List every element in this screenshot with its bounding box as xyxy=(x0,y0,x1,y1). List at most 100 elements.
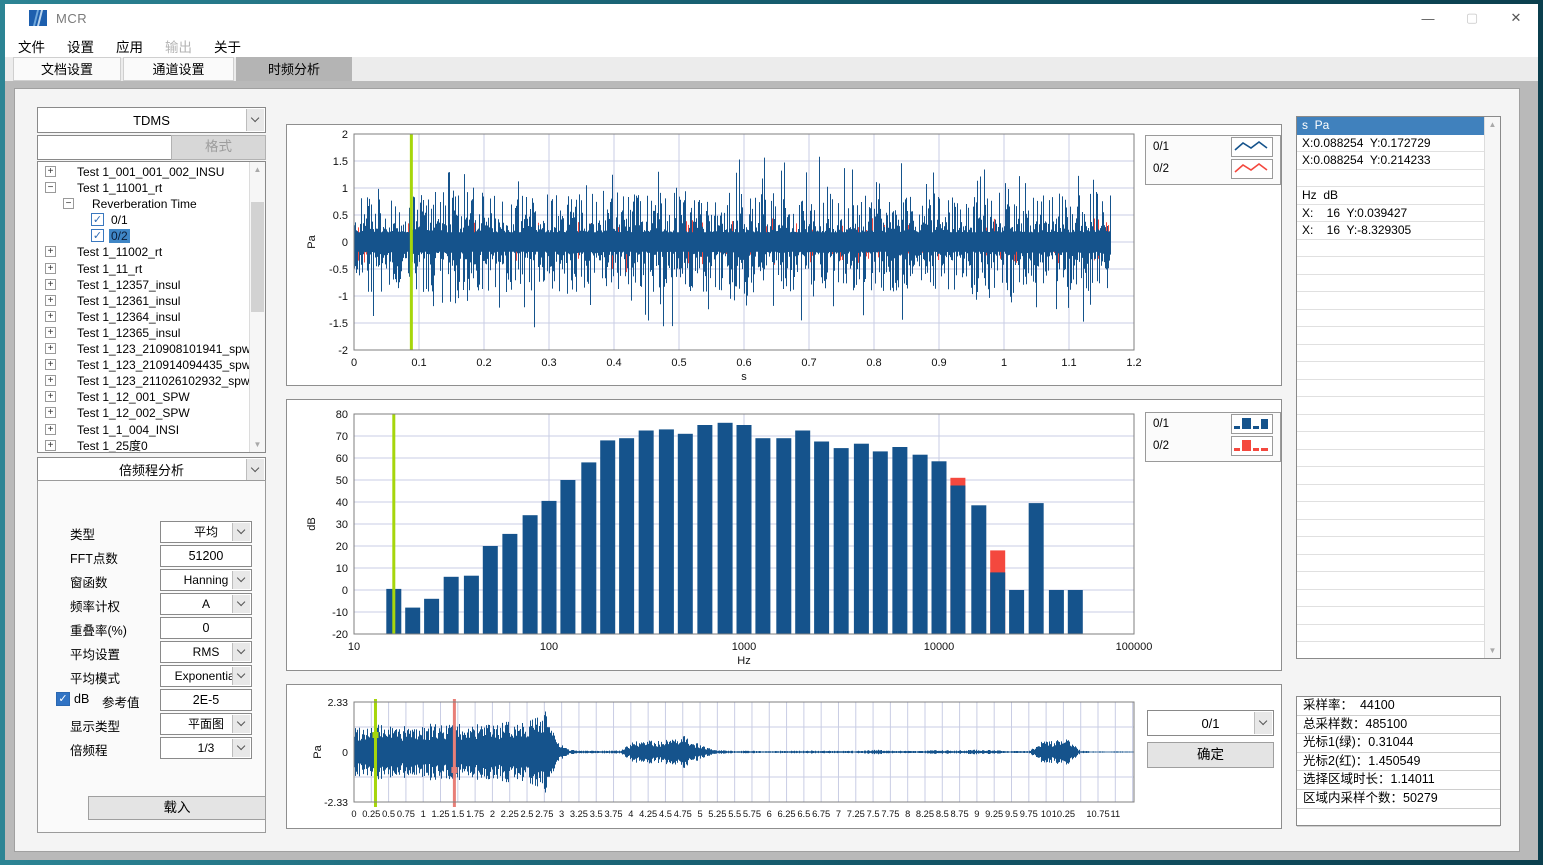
menu-item[interactable]: 关于 xyxy=(214,32,241,56)
readout-row[interactable] xyxy=(1297,502,1484,520)
chevron-down-icon[interactable] xyxy=(246,459,264,480)
expand-plus-icon[interactable]: + xyxy=(45,424,56,435)
chevron-down-icon[interactable] xyxy=(232,523,250,541)
db-checkbox[interactable]: ✓ xyxy=(56,692,70,706)
form-input[interactable]: 51200 xyxy=(160,545,252,567)
readout-scrollbar[interactable]: ▲ ▼ xyxy=(1484,117,1500,658)
scrollbar-thumb[interactable] xyxy=(251,202,264,312)
collapse-minus-icon[interactable]: − xyxy=(63,198,74,209)
form-select[interactable]: A xyxy=(160,593,252,615)
form-select[interactable]: RMS xyxy=(160,641,252,663)
readout-row[interactable] xyxy=(1297,625,1484,643)
expand-plus-icon[interactable]: + xyxy=(45,359,56,370)
readout-row[interactable] xyxy=(1297,275,1484,293)
tree-item[interactable]: −Reverberation Time xyxy=(38,196,249,212)
readout-row[interactable]: X:0.088254 Y:0.214233 xyxy=(1297,152,1484,170)
form-select[interactable]: Exponential xyxy=(160,665,252,687)
scroll-up-icon[interactable]: ▲ xyxy=(250,162,265,177)
legend-entry[interactable]: 0/1 xyxy=(1146,136,1280,158)
load-button[interactable]: 载入 xyxy=(88,796,266,820)
readout-row[interactable] xyxy=(1297,397,1484,415)
readout-row[interactable]: s Pa xyxy=(1297,117,1484,135)
legend-entry[interactable]: 0/2 xyxy=(1146,158,1280,180)
confirm-button[interactable]: 确定 xyxy=(1147,742,1274,768)
expand-plus-icon[interactable]: + xyxy=(45,407,56,418)
expand-plus-icon[interactable]: + xyxy=(45,343,56,354)
expand-plus-icon[interactable]: + xyxy=(45,311,56,322)
readout-row[interactable]: Hz dB xyxy=(1297,187,1484,205)
form-select[interactable]: 1/3 xyxy=(160,737,252,759)
tree-item[interactable]: +Test 1_12_002_SPW xyxy=(38,405,249,421)
chevron-down-icon[interactable] xyxy=(246,109,264,131)
readout-row[interactable]: X: 16 Y:-8.329305 xyxy=(1297,222,1484,240)
form-select[interactable]: 平面图 xyxy=(160,713,252,735)
expand-plus-icon[interactable]: + xyxy=(45,391,56,402)
expand-plus-icon[interactable]: + xyxy=(45,166,56,177)
tree-item[interactable]: +Test 1_12_001_SPW xyxy=(38,389,249,405)
readout-row[interactable] xyxy=(1297,240,1484,258)
checkbox-icon[interactable]: ✓ xyxy=(91,213,104,226)
maximize-button[interactable]: ▢ xyxy=(1450,10,1494,26)
readout-row[interactable] xyxy=(1297,380,1484,398)
readout-row[interactable] xyxy=(1297,642,1484,659)
chevron-down-icon[interactable] xyxy=(232,571,250,589)
readout-row[interactable] xyxy=(1297,555,1484,573)
filter-input[interactable] xyxy=(37,135,172,160)
readout-row[interactable] xyxy=(1297,537,1484,555)
tree-scrollbar[interactable]: ▲ ▼ xyxy=(249,162,265,452)
tree-item[interactable]: −Test 1_11001_rt xyxy=(38,180,249,196)
minimize-button[interactable]: — xyxy=(1406,11,1450,26)
expand-plus-icon[interactable]: + xyxy=(45,246,56,257)
close-button[interactable]: ✕ xyxy=(1494,10,1538,26)
tree-item[interactable]: +Test 1_12365_insul xyxy=(38,325,249,341)
tree-item[interactable]: +Test 1_11_rt xyxy=(38,261,249,277)
readout-row[interactable]: X:0.088254 Y:0.172729 xyxy=(1297,135,1484,153)
legend-entry[interactable]: 0/2 xyxy=(1146,435,1280,457)
tab[interactable]: 时频分析 xyxy=(236,57,352,81)
collapse-minus-icon[interactable]: − xyxy=(45,182,56,193)
channel-select[interactable]: 0/1 xyxy=(1147,710,1274,736)
form-select[interactable]: Hanning xyxy=(160,569,252,591)
tree-item[interactable]: +Test 1_001_001_002_INSU xyxy=(38,164,249,180)
chevron-down-icon[interactable] xyxy=(232,739,250,757)
tree-item[interactable]: +Test 1_123_210908101941_spw xyxy=(38,341,249,357)
chevron-down-icon[interactable] xyxy=(232,715,250,733)
readout-row[interactable] xyxy=(1297,170,1484,188)
expand-plus-icon[interactable]: + xyxy=(45,295,56,306)
form-input[interactable]: 2E-5 xyxy=(160,689,252,711)
tree-item[interactable]: +Test 1_12357_insul xyxy=(38,277,249,293)
menu-item[interactable]: 应用 xyxy=(116,32,143,56)
expand-plus-icon[interactable]: + xyxy=(45,279,56,290)
expand-plus-icon[interactable]: + xyxy=(45,327,56,338)
expand-plus-icon[interactable]: + xyxy=(45,263,56,274)
form-select[interactable]: 平均 xyxy=(160,521,252,543)
analysis-type-select[interactable]: 倍频程分析 xyxy=(37,457,266,482)
tree-item[interactable]: +Test 1_12364_insul xyxy=(38,309,249,325)
chevron-down-icon[interactable] xyxy=(1254,712,1272,734)
scroll-down-icon[interactable]: ▼ xyxy=(250,437,265,452)
readout-row[interactable] xyxy=(1297,345,1484,363)
readout-row[interactable] xyxy=(1297,310,1484,328)
menu-item[interactable]: 设置 xyxy=(67,32,94,56)
readout-row[interactable] xyxy=(1297,520,1484,538)
tree-item[interactable]: +Test 1_25度0 xyxy=(38,438,249,453)
readout-row[interactable] xyxy=(1297,450,1484,468)
checkbox-icon[interactable]: ✓ xyxy=(91,229,104,242)
readout-row[interactable] xyxy=(1297,257,1484,275)
chevron-down-icon[interactable] xyxy=(232,595,250,613)
readout-row[interactable] xyxy=(1297,590,1484,608)
readout-row[interactable] xyxy=(1297,415,1484,433)
legend-entry[interactable]: 0/1 xyxy=(1146,413,1280,435)
readout-row[interactable] xyxy=(1297,607,1484,625)
expand-plus-icon[interactable]: + xyxy=(45,440,56,451)
expand-plus-icon[interactable]: + xyxy=(45,375,56,386)
tree-item[interactable]: +Test 1_1_004_INSI xyxy=(38,422,249,438)
scroll-up-icon[interactable]: ▲ xyxy=(1485,117,1500,132)
menu-item[interactable]: 文件 xyxy=(18,32,45,56)
tab[interactable]: 通道设置 xyxy=(123,57,234,81)
chevron-down-icon[interactable] xyxy=(232,643,250,661)
tree-item[interactable]: +Test 1_123_210914094435_spw xyxy=(38,357,249,373)
readout-row[interactable] xyxy=(1297,432,1484,450)
tab[interactable]: 文档设置 xyxy=(13,57,121,81)
tree-item[interactable]: +Test 1_123_211026102932_spw xyxy=(38,373,249,389)
